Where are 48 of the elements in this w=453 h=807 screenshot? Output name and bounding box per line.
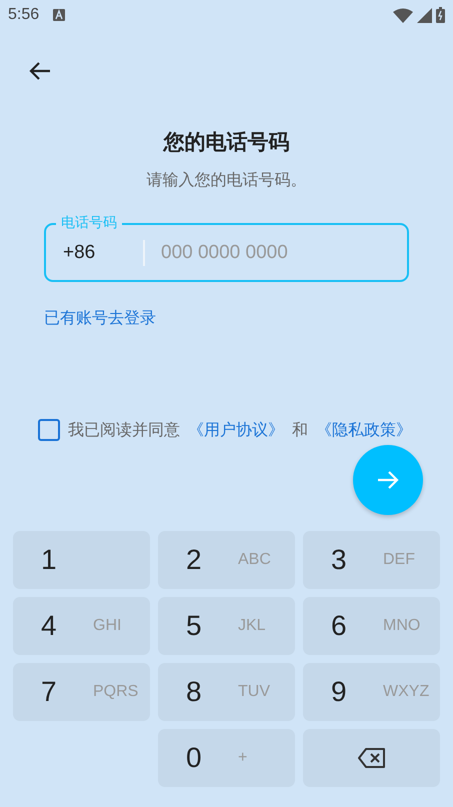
field-label: 电话号码 [56,214,122,232]
key-letters: WXYZ [383,683,430,701]
privacy-link[interactable]: 《隐私政策》 [316,420,412,440]
keypad-key[interactable]: 0 + [158,729,295,787]
key-letters: + [238,749,248,767]
status-time: 5:56 [8,6,40,24]
notification-icon [53,9,66,21]
key-letters: PQRS [93,683,138,701]
signal-icon [417,8,432,22]
key-letters: DEF [383,551,415,569]
wifi-icon [393,8,413,22]
agreement-checkbox[interactable] [38,419,60,441]
backspace-icon [358,748,386,768]
key-digit: 1 [41,544,58,576]
agreement-joiner: 和 [292,420,308,440]
login-link[interactable]: 已有账号去登录 [44,308,156,327]
keypad-key[interactable]: 3 DEF [303,531,440,589]
battery-icon [436,7,445,23]
key-letters: ABC [238,551,271,569]
keypad-key[interactable]: 1 [13,531,150,589]
key-digit: 9 [331,676,348,708]
key-digit: 3 [331,544,348,576]
key-digit: 6 [331,610,348,642]
key-letters: TUV [238,683,270,701]
terms-link[interactable]: 《用户协议》 [188,420,284,440]
key-letters: MNO [383,617,420,635]
keypad-key[interactable]: 2 ABC [158,531,295,589]
key-digit: 8 [186,676,203,708]
back-arrow-icon [29,61,51,81]
key-digit: 2 [186,544,203,576]
keypad-key[interactable]: 8 TUV [158,663,295,721]
keypad-key[interactable]: 4 GHI [13,597,150,655]
backspace-button[interactable] [303,729,440,787]
next-arrow-icon [377,470,399,490]
keypad-key[interactable]: 9 WXYZ [303,663,440,721]
keypad-key[interactable]: 5 JKL [158,597,295,655]
key-digit: 0 [186,742,203,774]
key-letters: GHI [93,617,122,635]
page-title: 您的电话号码 [162,129,290,156]
key-digit: 7 [41,676,58,708]
keypad-key[interactable]: 7 PQRS [13,663,150,721]
agreement-text: 我已阅读并同意 [68,420,180,440]
page-subtitle: 请输入您的电话号码。 [146,170,308,191]
key-letters: JKL [238,617,266,635]
key-digit: 4 [41,610,58,642]
keypad-key[interactable]: 6 MNO [303,597,440,655]
country-code[interactable]: +86 [46,242,143,264]
key-digit: 5 [186,610,203,642]
